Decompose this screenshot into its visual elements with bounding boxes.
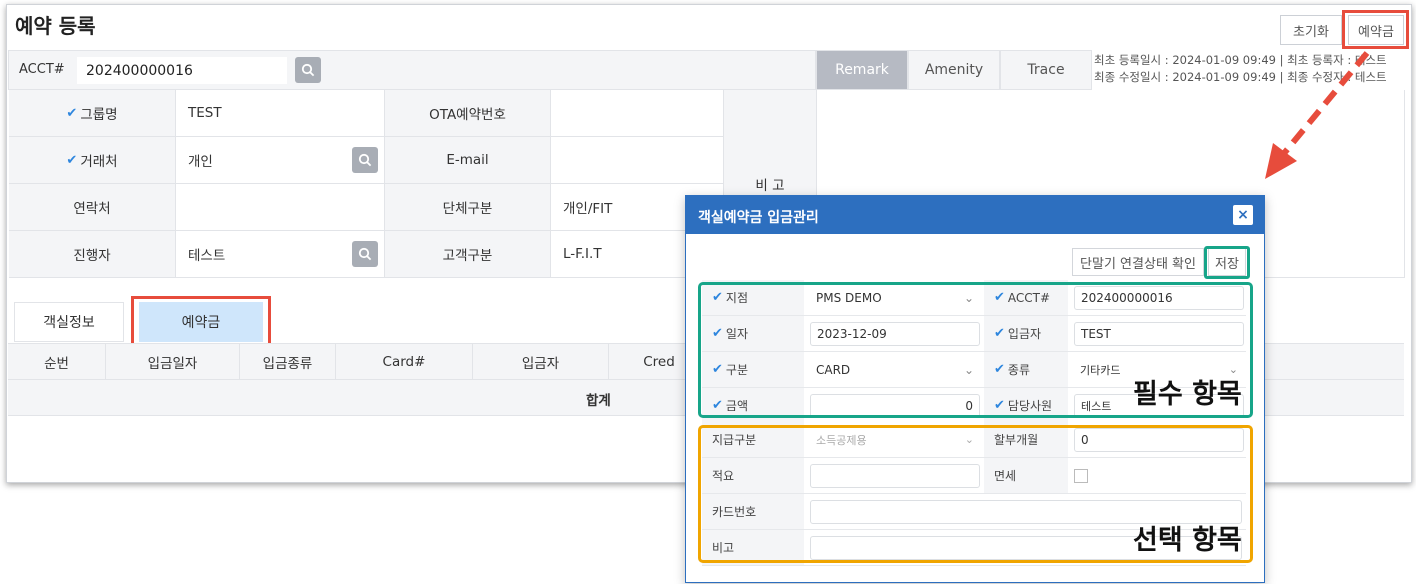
optional-annotation: 선택 항목 [1133,525,1242,556]
check-icon: ✔ [66,105,78,121]
reset-button[interactable]: 초기화 [1280,15,1342,45]
required-annotation: 필수 항목 [1133,379,1242,410]
deposit-dialog: 객실예약금 입금관리 × 단말기 연결상태 확인 저장 ✔ 지점 PMS DEMO… [685,195,1265,583]
dialog-title: 객실예약금 입금관리 [686,196,1264,234]
manager-label: 진행자 [9,231,176,278]
page-title: 예약 등록 [15,14,96,38]
client-field[interactable]: 개인 [176,137,385,184]
search-icon [301,63,315,77]
deposit-button-highlight [1342,10,1409,49]
manager-value: 테스트 [188,248,226,264]
check-terminal-button[interactable]: 단말기 연결상태 확인 [1072,248,1204,276]
ota-field[interactable] [551,90,724,137]
contact-label: 연락처 [9,184,176,231]
acct-label: ACCT# [19,62,65,77]
search-icon [358,153,372,167]
col-seq: 순번 [8,344,106,380]
col-card: Card# [336,344,473,380]
client-search-button[interactable] [352,147,378,173]
ota-label: OTA예약번호 [385,90,551,137]
customer-type-label: 고객구분 [385,231,551,278]
close-icon[interactable]: × [1233,205,1253,225]
side-tabs: Remark Amenity Trace [816,50,1092,90]
save-highlight [1204,246,1250,279]
acct-search-button[interactable] [295,57,321,83]
search-icon [358,247,372,261]
group-name-label: ✔ 그룹명 [9,90,176,137]
col-type: 입금종류 [240,344,336,380]
manager-search-button[interactable] [352,241,378,267]
col-date: 입금일자 [106,344,240,380]
contact-field[interactable] [176,184,385,231]
check-icon: ✔ [66,152,78,168]
email-label: E-mail [385,137,551,184]
acct-bar: ACCT# 202400000016 [8,50,816,90]
col-depositor: 입금자 [473,344,609,380]
group-type-label: 단체구분 [385,184,551,231]
tab-remark[interactable]: Remark [816,50,908,90]
pointer-arrow [1265,51,1370,179]
tab-trace[interactable]: Trace [1000,50,1092,90]
client-value: 개인 [188,154,213,170]
sum-label: 합계 [586,393,611,409]
tab-room-info[interactable]: 객실정보 [14,302,124,342]
deposit-tab-highlight [131,296,271,349]
acct-input[interactable]: 202400000016 [77,57,287,84]
tab-amenity[interactable]: Amenity [908,50,1000,90]
client-label: ✔ 거래처 [9,137,176,184]
manager-field[interactable]: 테스트 [176,231,385,278]
email-field[interactable] [551,137,724,184]
group-name-field[interactable]: TEST [176,90,385,137]
